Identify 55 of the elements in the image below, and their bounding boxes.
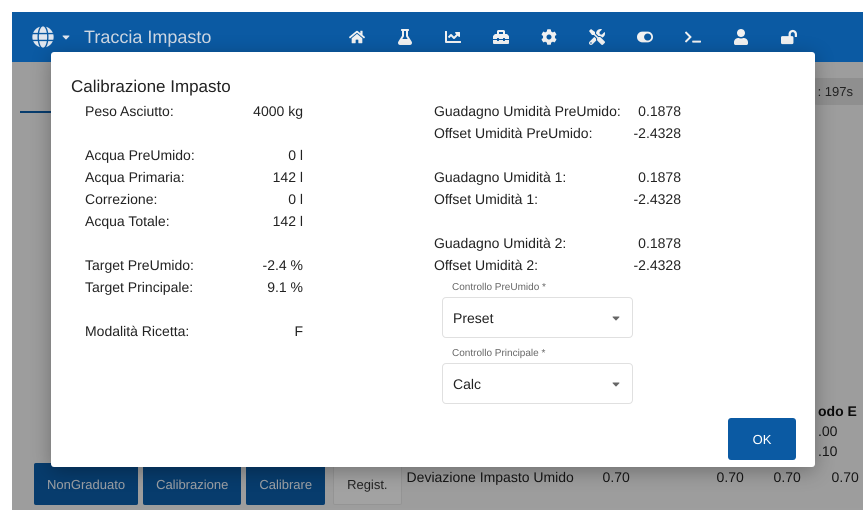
settings-icon[interactable]	[541, 29, 558, 45]
globe-icon[interactable]	[32, 26, 54, 48]
field-value: -2.4 %	[262, 257, 303, 273]
user-icon[interactable]	[733, 29, 750, 45]
field-label: Offset Umidità PreUmido:	[434, 125, 592, 141]
toggle-icon[interactable]	[637, 29, 654, 45]
app-title: Traccia Impasto	[84, 26, 212, 48]
action-button[interactable]: NonGraduato	[34, 463, 138, 505]
field-label: Modalità Ricetta:	[85, 323, 190, 339]
tools-icon[interactable]	[589, 29, 606, 45]
toolbox-icon[interactable]	[493, 29, 510, 45]
field-label: Correzione:	[85, 191, 158, 207]
table-cell-text: 0.70	[602, 469, 631, 485]
field-label: Offset Umidità 1:	[434, 191, 538, 207]
field-label: Acqua PreUmido:	[85, 147, 195, 163]
field-label: Peso Asciutto:	[85, 103, 174, 119]
field-label: Target Principale:	[85, 279, 194, 295]
field-label: Acqua Primaria:	[85, 169, 185, 185]
field-value: 142 l	[272, 213, 303, 229]
table-cell-text: 0.70	[774, 469, 802, 485]
dialog-title: Calibrazione Impasto	[70, 76, 232, 97]
unlock-icon[interactable]	[781, 29, 798, 45]
field-value: -2.4328	[634, 191, 681, 207]
table-cell-text: 0.70	[832, 469, 860, 485]
field-value: 142 l	[272, 169, 303, 185]
field-value: 9.1 %	[267, 279, 303, 295]
field-value: F	[294, 323, 303, 339]
column-header: odo E	[818, 403, 857, 419]
select-label: Controllo Principale *	[452, 348, 546, 359]
flask-icon[interactable]	[397, 29, 414, 45]
table-cell-text: .00	[818, 423, 838, 439]
row-label: Deviazione Impasto Umido	[406, 469, 575, 485]
field-label: Acqua Totale:	[85, 213, 170, 229]
ok-button[interactable]: OK	[728, 418, 796, 460]
field-value: 4000 kg	[253, 103, 303, 119]
dropdown-select[interactable]: Calc	[442, 363, 633, 404]
select-label: Controllo PreUmido *	[452, 282, 547, 293]
field-label: Offset Umidità 2:	[434, 257, 538, 273]
table-cell-text: 0.70	[716, 469, 745, 485]
field-value: 0 l	[288, 147, 303, 163]
field-value: 0 l	[288, 191, 303, 207]
field-label: Guadagno Umidità 2:	[434, 235, 566, 251]
field-value: -2.4328	[634, 125, 681, 141]
home-icon[interactable]	[349, 29, 366, 45]
table-cell-text: .10	[818, 443, 838, 459]
terminal-icon[interactable]	[685, 29, 702, 45]
dropdown-select[interactable]: Preset	[442, 297, 633, 338]
field-value: 0.1878	[638, 103, 681, 119]
line-chart-icon[interactable]	[445, 29, 462, 45]
field-value: -2.4328	[634, 257, 681, 273]
field-label: Guadagno Umidità PreUmido:	[434, 103, 621, 119]
field-label: Guadagno Umidità 1:	[434, 169, 566, 185]
field-value: 0.1878	[638, 169, 681, 185]
field-value: 0.1878	[638, 235, 681, 251]
field-label: Target PreUmido:	[85, 257, 194, 273]
